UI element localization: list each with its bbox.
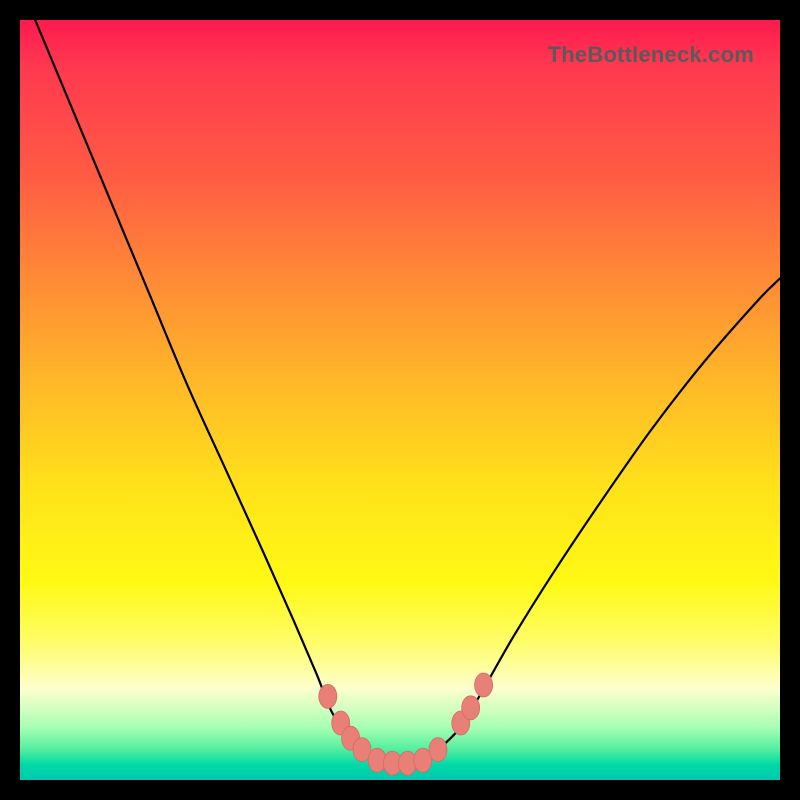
plot-area: TheBottleneck.com [20, 20, 780, 780]
curve-marker [475, 673, 493, 697]
curve-marker [462, 696, 480, 720]
curve-markers [319, 673, 493, 775]
curve-marker [429, 738, 447, 762]
curve-marker [319, 684, 337, 708]
curve-svg [20, 20, 780, 780]
bottleneck-curve [35, 20, 780, 765]
chart-frame: TheBottleneck.com [0, 0, 800, 800]
